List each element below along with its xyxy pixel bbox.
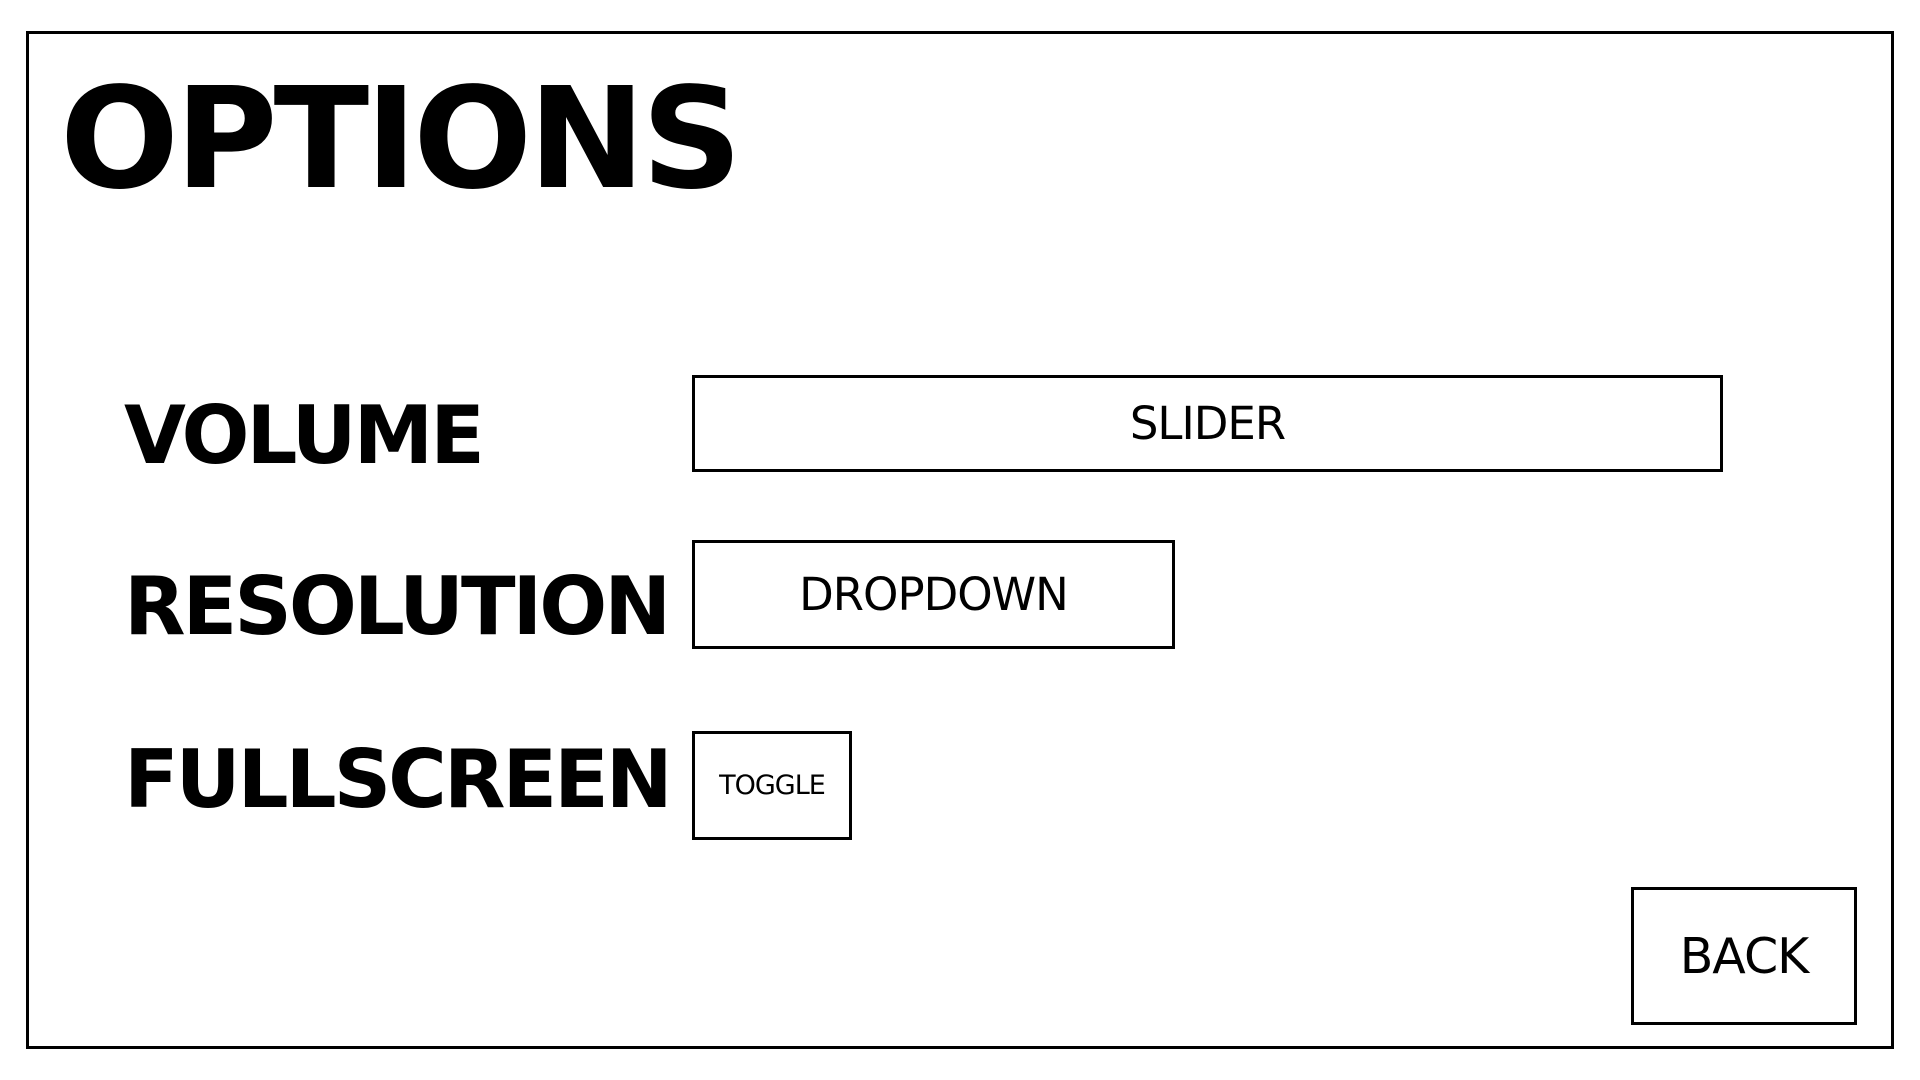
fullscreen-toggle[interactable]: TOGGLE [692, 731, 852, 840]
resolution-dropdown-label: DROPDOWN [799, 568, 1069, 621]
resolution-label: RESOLUTION [124, 560, 671, 653]
page-title: OPTIONS [60, 58, 742, 221]
fullscreen-toggle-label: TOGGLE [719, 770, 826, 801]
fullscreen-label: FULLSCREEN [124, 733, 673, 826]
resolution-dropdown[interactable]: DROPDOWN [692, 540, 1175, 649]
volume-slider[interactable]: SLIDER [692, 375, 1723, 472]
volume-slider-label: SLIDER [1129, 397, 1286, 450]
back-button-label: BACK [1679, 927, 1810, 985]
volume-label: VOLUME [124, 389, 485, 482]
back-button[interactable]: BACK [1631, 887, 1857, 1025]
